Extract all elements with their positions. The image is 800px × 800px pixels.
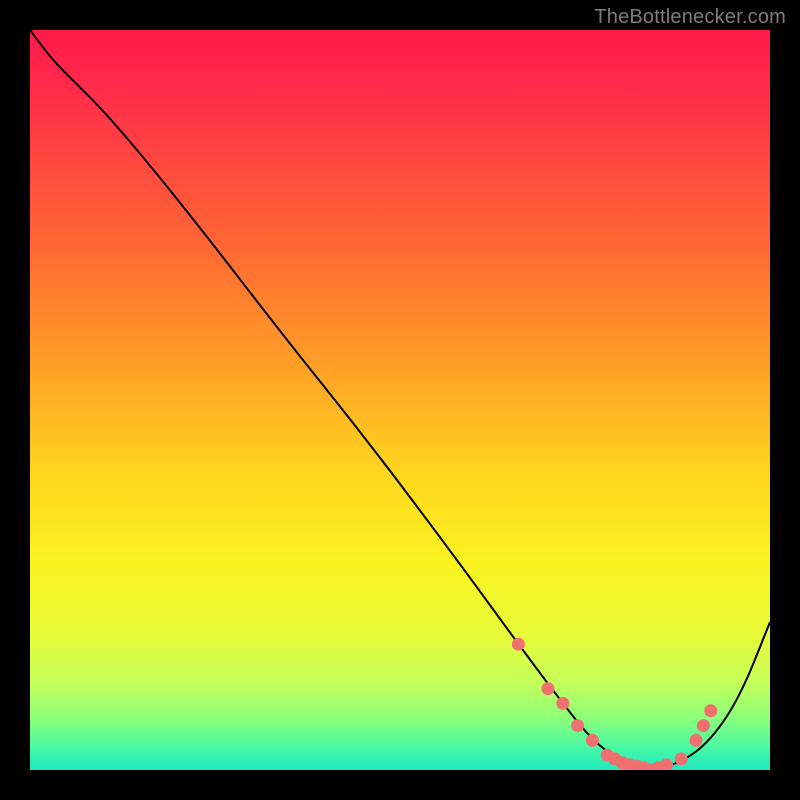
- plot-area: [30, 30, 770, 770]
- marker-dot: [675, 752, 688, 765]
- marker-dot: [512, 638, 525, 651]
- marker-dot: [556, 697, 569, 710]
- marker-dot: [586, 734, 599, 747]
- marker-dot: [690, 734, 703, 747]
- marker-dot: [704, 704, 717, 717]
- chart-svg: [30, 30, 770, 770]
- marker-dot: [571, 719, 584, 732]
- chart-frame: TheBottlenecker.com: [0, 0, 800, 800]
- gradient-background: [30, 30, 770, 770]
- marker-dot: [542, 682, 555, 695]
- marker-dot: [697, 719, 710, 732]
- attribution-text: TheBottlenecker.com: [594, 6, 786, 29]
